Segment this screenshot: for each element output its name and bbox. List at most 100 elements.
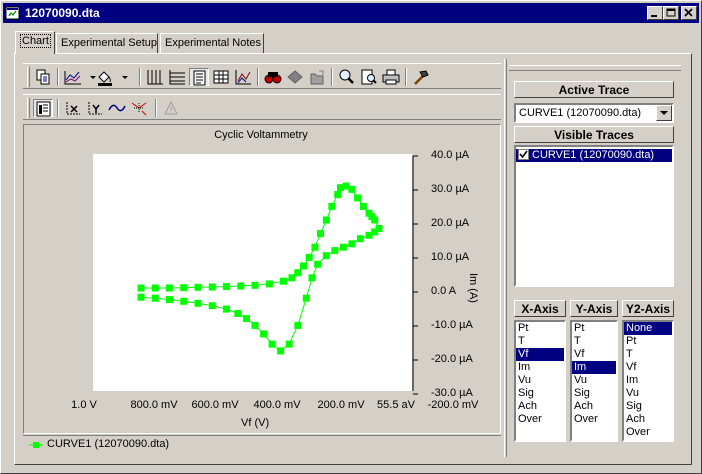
x-axis-option[interactable]: Vu xyxy=(516,374,564,387)
y-axis-option[interactable]: Ach xyxy=(572,400,616,413)
x-axis-option[interactable]: Over xyxy=(516,413,564,426)
x-axis-option[interactable]: Pt xyxy=(516,322,564,335)
chart-legend: CURVE1 (12070090.dta) xyxy=(23,435,501,453)
checkbox[interactable] xyxy=(518,149,529,160)
data-point xyxy=(180,284,188,292)
chart-properties-icon[interactable] xyxy=(33,99,53,117)
x-axis-header: X-Axis xyxy=(514,300,566,317)
y-axis-label: Im (A) xyxy=(467,273,479,303)
x-axis-list[interactable]: Pt T Vf Im Vu Sig Ach Over xyxy=(514,320,566,442)
data-point xyxy=(234,310,242,317)
y-axis-option[interactable]: Vf xyxy=(572,348,616,361)
toolbar-separator xyxy=(331,68,333,86)
y2-axis-option[interactable]: T xyxy=(624,348,672,361)
x-axis-option[interactable]: Vf xyxy=(516,348,564,361)
data-point xyxy=(251,281,259,289)
visible-traces-list[interactable]: CURVE1 (12070090.dta) xyxy=(514,145,674,287)
x-axis-option[interactable]: T xyxy=(516,335,564,348)
y2-axis-option[interactable]: None xyxy=(624,322,672,335)
print-icon[interactable] xyxy=(381,68,401,86)
x-axis-option[interactable]: Ach xyxy=(516,400,564,413)
active-trace-select[interactable]: CURVE1 (12070090.dta) xyxy=(514,103,674,123)
panel-grip[interactable] xyxy=(509,65,681,71)
data-table-icon[interactable] xyxy=(211,68,231,86)
y-axis-icon[interactable] xyxy=(85,99,105,117)
toolbar-grip[interactable] xyxy=(27,98,30,118)
zoom-icon[interactable] xyxy=(337,68,357,86)
tab-experimental-notes[interactable]: Experimental Notes xyxy=(160,33,264,53)
line-style-icon[interactable] xyxy=(63,68,83,86)
plot-area[interactable] xyxy=(93,154,412,391)
y2-axis-option[interactable]: Vu xyxy=(624,387,672,400)
title-bar[interactable]: 12070090.dta xyxy=(3,3,699,23)
chevron-down-icon[interactable] xyxy=(115,68,128,86)
chevron-down-icon[interactable] xyxy=(83,68,96,86)
visible-trace-item[interactable]: CURVE1 (12070090.dta) xyxy=(516,149,672,162)
y2-axis-option[interactable]: Over xyxy=(624,426,672,439)
y-tick-label: -20.0 µA xyxy=(431,353,473,365)
y-grid-icon[interactable] xyxy=(167,68,187,86)
y-axis-option[interactable]: Over xyxy=(572,413,616,426)
x-tick-label: 1.0 V xyxy=(71,399,97,411)
data-point xyxy=(339,243,347,251)
cursor-icon[interactable] xyxy=(129,99,149,117)
x-axis-option[interactable]: Im xyxy=(516,361,564,374)
print-preview-icon[interactable] xyxy=(359,68,379,86)
x-grid-icon[interactable] xyxy=(145,68,165,86)
toolbar-separator xyxy=(155,99,157,117)
y-axis-option[interactable]: Sig xyxy=(572,387,616,400)
tab-chart[interactable]: Chart xyxy=(15,31,55,54)
active-trace-value: CURVE1 (12070090.dta) xyxy=(519,107,642,119)
x-axis-option[interactable]: Sig xyxy=(516,387,564,400)
data-point xyxy=(356,235,364,243)
axis-scale-icon[interactable] xyxy=(233,68,253,86)
minimize-button[interactable] xyxy=(647,6,663,20)
active-trace-header: Active Trace xyxy=(514,81,674,98)
y-tick-label: -10.0 µA xyxy=(431,319,473,331)
maximize-button[interactable] xyxy=(663,6,679,20)
close-button[interactable] xyxy=(681,6,697,20)
tab-notes-label: Experimental Notes xyxy=(165,37,261,49)
data-point xyxy=(260,330,268,338)
series-line xyxy=(140,185,380,352)
x-axis-label: Vf (V) xyxy=(241,417,270,429)
y-axis-option[interactable]: Pt xyxy=(572,322,616,335)
data-point xyxy=(151,284,159,292)
y2-axis-option[interactable]: Ach xyxy=(624,413,672,426)
open-data-icon[interactable] xyxy=(307,68,327,86)
marker-icon[interactable] xyxy=(285,68,305,86)
y2-axis-list[interactable]: None Pt T Vf Im Vu Sig Ach Over xyxy=(622,320,674,442)
x-axis-icon[interactable] xyxy=(63,99,83,117)
toolbar-grip[interactable] xyxy=(27,67,30,87)
binoculars-icon[interactable] xyxy=(263,68,283,86)
dropdown-button[interactable] xyxy=(656,105,672,121)
y2-axis-option[interactable]: Pt xyxy=(624,335,672,348)
legend-icon[interactable] xyxy=(189,68,209,86)
fill-color-icon[interactable] xyxy=(95,68,115,86)
y2-axis-option[interactable]: Im xyxy=(624,374,672,387)
y-axis-list[interactable]: Pt T Vf Im Vu Sig Ach Over xyxy=(570,320,618,442)
minimize-icon xyxy=(651,15,657,17)
checkmark-icon xyxy=(519,150,528,159)
toolbar-separator xyxy=(257,68,259,86)
data-point xyxy=(268,340,276,348)
tab-setup-label: Experimental Setup xyxy=(61,37,157,49)
annotate-icon[interactable] xyxy=(161,99,181,117)
y2-axis-option[interactable]: Sig xyxy=(624,400,672,413)
tools-icon[interactable] xyxy=(411,68,431,86)
copy-icon[interactable] xyxy=(33,68,53,86)
y-axis-option[interactable]: Im xyxy=(572,361,616,374)
y2-axis-header: Y2-Axis xyxy=(622,300,674,317)
tab-experimental-setup[interactable]: Experimental Setup xyxy=(56,33,158,53)
panel-splitter[interactable] xyxy=(504,59,507,457)
curve-fit-icon[interactable] xyxy=(107,99,127,117)
y2-axis-option[interactable]: Vf xyxy=(624,361,672,374)
data-point xyxy=(331,247,339,255)
data-point xyxy=(305,253,313,261)
y-axis-option[interactable]: T xyxy=(572,335,616,348)
toolbar-separator xyxy=(139,68,141,86)
data-point xyxy=(354,194,362,202)
data-point xyxy=(194,283,202,291)
y-axis-option[interactable]: Vu xyxy=(572,374,616,387)
toolbar-separator xyxy=(405,68,407,86)
